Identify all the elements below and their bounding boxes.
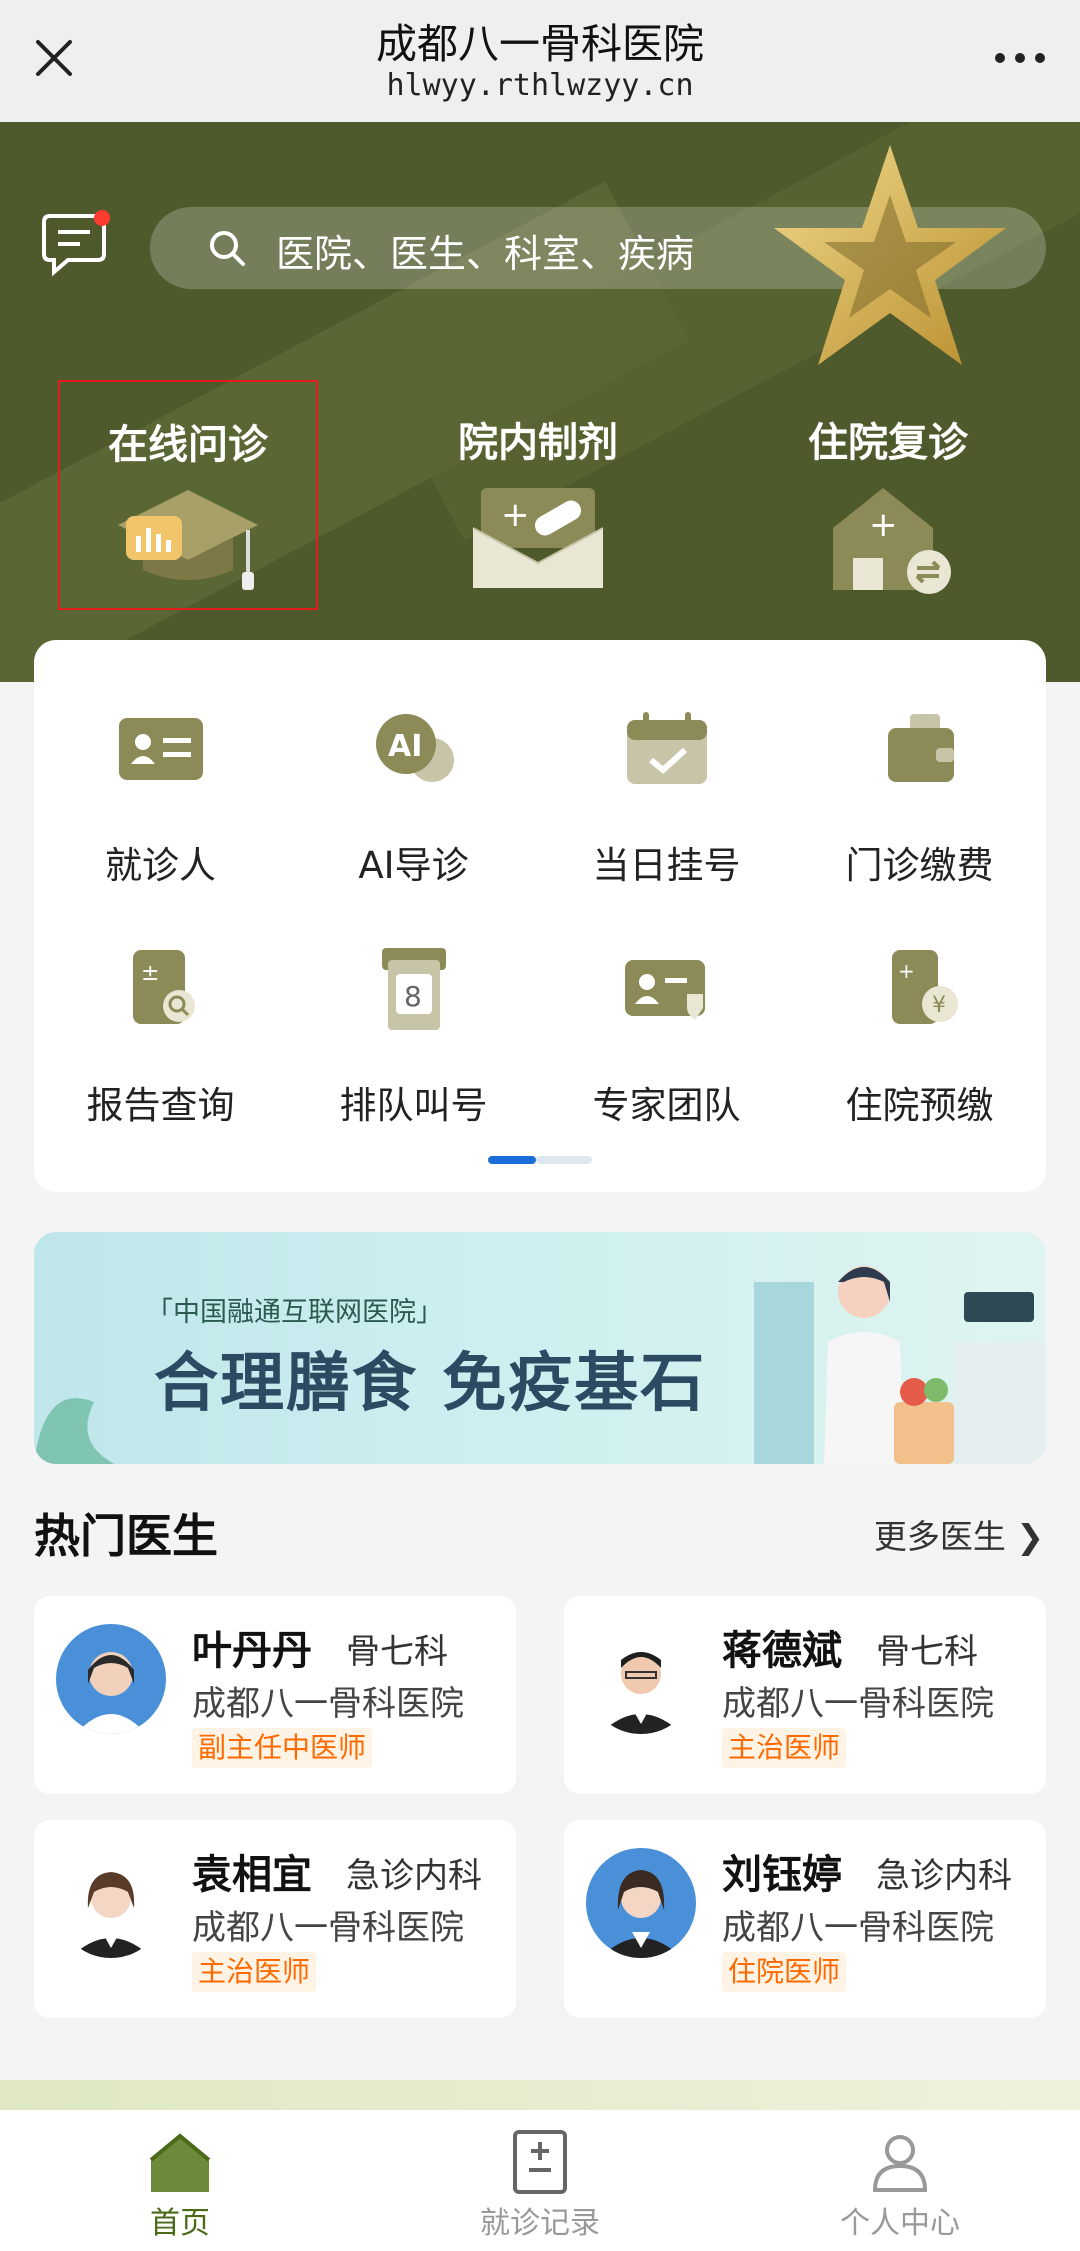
svg-text:AI: AI: [388, 729, 422, 764]
tabbar-decor: [0, 2080, 1080, 2110]
message-icon[interactable]: [38, 210, 110, 278]
doctor-hospital: 成都八一骨科医院: [192, 1684, 464, 1724]
avatar: [586, 1848, 696, 1958]
page-url: hlwyy.rthlwzyy.cn: [386, 68, 694, 103]
indicator-active: [488, 1156, 536, 1164]
doctor-card[interactable]: 袁相宜 急诊内科 成都八一骨科医院 主治医师: [34, 1820, 516, 2018]
tab-home[interactable]: 首页: [0, 2110, 360, 2251]
doctor-card[interactable]: 蒋德斌 骨七科 成都八一骨科医院 主治医师: [564, 1596, 1046, 1794]
svg-text:¥: ¥: [932, 993, 946, 1018]
tab-label: 就诊记录: [480, 2206, 600, 2241]
tab-profile[interactable]: 个人中心: [720, 2110, 1080, 2251]
promo-banner[interactable]: 「中国融通互联网医院」 合理膳食 免疫基石: [34, 1232, 1046, 1464]
avatar: [56, 1624, 166, 1734]
doctor-hospital: 成都八一骨科医院: [722, 1908, 994, 1948]
doctor-hospital: 成都八一骨科医院: [192, 1908, 464, 1948]
quick-label: 在线问诊: [108, 422, 268, 468]
yuan-payment-icon: + ¥: [891, 950, 958, 1024]
service-same-day-register[interactable]: 当日挂号: [540, 640, 793, 887]
doctor-card[interactable]: 刘钰婷 急诊内科 成都八一骨科医院 住院医师: [564, 1820, 1046, 2018]
section-title: 热门医生: [34, 1509, 218, 1563]
doctor-title-badge: 副主任中医师: [192, 1728, 373, 1768]
more-doctors-link[interactable]: 更多医生 ❯: [874, 1510, 1044, 1558]
expert-card-icon: [624, 960, 705, 1020]
tab-label: 个人中心: [840, 2206, 960, 2241]
wallet-icon: [887, 714, 954, 782]
services-card: 就诊人 AI AI导诊 当日挂号 门诊缴费 ± 报告查询 8 排队叫号 专家团队…: [34, 640, 1046, 1192]
doctor-card[interactable]: 叶丹丹 骨七科 成都八一骨科医院 副主任中医师: [34, 1596, 516, 1794]
medicine-envelope-icon: +: [472, 488, 604, 588]
service-report-query[interactable]: ± 报告查询: [34, 880, 287, 1127]
quick-inpatient-revisit[interactable]: 住院复诊 +: [758, 380, 1018, 610]
quick-label: 院内制剂: [458, 420, 618, 466]
leaf-decor-icon: [34, 1398, 114, 1464]
tab-label: 首页: [150, 2206, 210, 2241]
doctor-title-badge: 主治医师: [192, 1952, 317, 1992]
report-search-icon: ±: [132, 950, 195, 1024]
avatar: [586, 1624, 696, 1734]
record-icon: [513, 2130, 567, 2194]
doctor-department: 急诊内科: [876, 1856, 1012, 1896]
svg-text:±: ±: [141, 961, 159, 986]
doctor-hospital: 成都八一骨科医院: [722, 1684, 994, 1724]
top-bar: 成都八一骨科医院 hlwyy.rthlwzyy.cn: [0, 0, 1080, 122]
home-icon: [149, 2133, 211, 2192]
doctor-name: 刘钰婷: [722, 1852, 842, 1898]
user-icon: [872, 2135, 928, 2192]
service-label: 住院预缴: [845, 1084, 994, 1127]
svg-text:8: 8: [404, 980, 422, 1013]
doctor-department: 骨七科: [876, 1632, 978, 1672]
doctor-department: 急诊内科: [346, 1856, 482, 1896]
search-icon: [210, 231, 245, 266]
search-placeholder: 医院、医生、科室、疾病: [276, 232, 695, 276]
service-queue-number[interactable]: 8 排队叫号: [287, 880, 540, 1127]
graduation-cap-chart-icon: [118, 490, 258, 590]
doctor-illustration-icon: [754, 1266, 1044, 1464]
service-label: 报告查询: [86, 1084, 235, 1127]
quick-label: 住院复诊: [808, 420, 968, 466]
service-label: 排队叫号: [339, 1084, 488, 1127]
service-patient[interactable]: 就诊人: [34, 640, 287, 887]
doctor-title-badge: 住院医师: [722, 1952, 847, 1992]
doctor-department: 骨七科: [346, 1632, 448, 1672]
doctor-name: 蒋德斌: [722, 1628, 842, 1674]
svg-text:+: +: [869, 505, 898, 545]
quick-hospital-preparation[interactable]: 院内制剂 +: [408, 380, 668, 610]
id-card-icon: [118, 718, 203, 780]
service-ai-guide[interactable]: AI AI导诊: [287, 640, 540, 887]
service-label: 专家团队: [592, 1084, 741, 1127]
doctor-name: 袁相宜: [192, 1852, 312, 1898]
doctor-title-badge: 主治医师: [722, 1728, 847, 1768]
page-title: 成都八一骨科医院: [376, 20, 704, 68]
service-inpatient-prepay[interactable]: + ¥ 住院预缴: [793, 880, 1046, 1127]
ai-chat-icon: AI: [375, 714, 454, 782]
bottom-tabbar: 首页 就诊记录 个人中心: [0, 2110, 1080, 2251]
service-outpatient-pay[interactable]: 门诊缴费: [793, 640, 1046, 887]
house-plus-icon: +: [833, 488, 951, 594]
indicator-inactive: [536, 1156, 592, 1164]
banner-title: 合理膳食 免疫基石: [154, 1347, 707, 1421]
svg-text:+: +: [898, 959, 915, 983]
service-expert-team[interactable]: 专家团队: [540, 880, 793, 1127]
svg-text:+: +: [501, 495, 530, 535]
star-icon: [774, 145, 1006, 365]
queue-number-icon: 8: [381, 948, 446, 1030]
banner-subtitle: 「中国融通互联网医院」: [146, 1297, 443, 1328]
tab-records[interactable]: 就诊记录: [360, 2110, 720, 2251]
more-icon[interactable]: [990, 38, 1050, 78]
avatar: [56, 1848, 166, 1958]
calendar-check-icon: [626, 712, 707, 784]
quick-online-consult[interactable]: 在线问诊: [58, 380, 318, 610]
doctor-name: 叶丹丹: [192, 1628, 312, 1674]
